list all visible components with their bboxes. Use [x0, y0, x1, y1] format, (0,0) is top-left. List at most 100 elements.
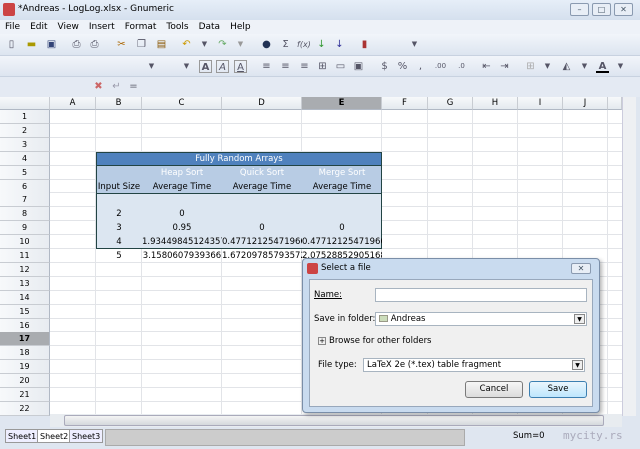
paste-icon[interactable]: ▤ [155, 38, 168, 51]
cancel-edit-icon[interactable]: ✖ [92, 80, 105, 93]
column-header-G[interactable]: G [428, 97, 473, 110]
decrease-indent-icon[interactable]: ⇤ [480, 60, 493, 73]
function-icon[interactable]: f(x) [297, 38, 311, 51]
table-cell[interactable]: 3.1580607939366 [142, 249, 222, 263]
row-header-8[interactable]: 8 [0, 207, 50, 222]
sheet-tab-3[interactable]: Sheet3 [69, 429, 104, 443]
column-header-C[interactable]: C [142, 97, 222, 110]
fill-color-icon[interactable]: ◭ [560, 60, 573, 73]
table-cell[interactable]: 2 [96, 207, 142, 221]
merge-icon[interactable]: ⊞ [316, 60, 329, 73]
row-header-20[interactable]: 20 [0, 374, 50, 389]
menu-tools[interactable]: Tools [161, 20, 193, 34]
row-header-22[interactable]: 22 [0, 401, 50, 416]
row-header-7[interactable]: 7 [0, 193, 50, 208]
underline-icon[interactable]: A [234, 60, 247, 73]
dialog-close-button[interactable]: ✕ [571, 263, 591, 274]
align-left-icon[interactable]: ≡ [260, 60, 273, 73]
column-header-A[interactable]: A [50, 97, 96, 110]
sheet-tab-2[interactable]: Sheet2 [37, 429, 72, 443]
new-icon[interactable]: ▯ [5, 38, 18, 51]
row-header-2[interactable]: 2 [0, 123, 50, 138]
fill-dropdown-icon[interactable]: ▼ [578, 60, 591, 73]
menu-format[interactable]: Format [120, 20, 162, 34]
browse-folders-toggle[interactable]: Browse for other folders [329, 336, 432, 346]
table-cell[interactable]: 0.47712125471966 [222, 235, 302, 249]
row-header-15[interactable]: 15 [0, 304, 50, 319]
close-button[interactable]: ✕ [614, 3, 633, 16]
column-header-I[interactable]: I [518, 97, 563, 110]
cancel-button[interactable]: Cancel [465, 381, 523, 398]
font-color-icon[interactable]: A [596, 60, 609, 73]
table-cell[interactable]: 0 [142, 207, 222, 221]
column-header-D[interactable]: D [222, 97, 302, 110]
menu-file[interactable]: File [0, 20, 25, 34]
menu-edit[interactable]: Edit [25, 20, 52, 34]
row-header-10[interactable]: 10 [0, 235, 50, 250]
borders-icon[interactable]: ⊞ [524, 60, 537, 73]
font-dropdown-icon[interactable]: ▼ [145, 60, 158, 73]
row-header-17[interactable]: 17 [0, 332, 50, 347]
split-icon[interactable]: ▣ [352, 60, 365, 73]
menu-data[interactable]: Data [194, 20, 226, 34]
sort-descending-icon[interactable]: ↓ [333, 38, 346, 51]
save-button[interactable]: Save [529, 381, 587, 398]
table-cell[interactable] [302, 207, 382, 221]
open-icon[interactable]: ▬ [25, 38, 38, 51]
copy-icon[interactable]: ❐ [135, 38, 148, 51]
chart-icon[interactable]: ▮ [358, 38, 371, 51]
table-cell[interactable] [222, 207, 302, 221]
column-header-F[interactable]: F [382, 97, 428, 110]
equals-button[interactable]: = [127, 80, 140, 93]
row-header-12[interactable]: 12 [0, 262, 50, 277]
expand-icon[interactable]: + [318, 337, 326, 345]
table-cell[interactable]: 0 [302, 221, 382, 235]
table-cell[interactable]: 1.93449845124357 [142, 235, 222, 249]
chevron-down-icon[interactable]: ▼ [572, 360, 583, 370]
increase-decimals-icon[interactable]: .00 [434, 60, 447, 73]
print-preview-icon[interactable]: ⎙ [88, 38, 101, 51]
row-header-6[interactable]: 6 [0, 179, 50, 194]
menu-view[interactable]: View [53, 20, 84, 34]
row-header-3[interactable]: 3 [0, 137, 50, 152]
column-header-B[interactable]: B [96, 97, 142, 110]
maximize-button[interactable]: □ [592, 3, 611, 16]
print-icon[interactable]: ⎙ [70, 38, 83, 51]
sheet-tab-1[interactable]: Sheet1 [5, 429, 40, 443]
horizontal-scrollbar[interactable] [50, 414, 622, 427]
row-header-18[interactable]: 18 [0, 346, 50, 361]
table-cell[interactable]: 0.95 [142, 221, 222, 235]
bold-icon[interactable]: A [199, 60, 212, 73]
percent-icon[interactable]: % [396, 60, 409, 73]
table-cell[interactable]: 3 [96, 221, 142, 235]
row-header-11[interactable]: 11 [0, 249, 50, 263]
currency-icon[interactable]: $ [378, 60, 391, 73]
sum-icon[interactable]: Σ [279, 38, 292, 51]
font-color-dropdown-icon[interactable]: ▼ [614, 60, 627, 73]
table-cell[interactable]: 0.47712125471966 [302, 235, 382, 249]
hyperlink-icon[interactable]: ● [260, 38, 273, 51]
center-across-icon[interactable]: ▭ [334, 60, 347, 73]
redo-dropdown-icon[interactable]: ▼ [234, 38, 247, 51]
folder-select[interactable]: Andreas ▼ [375, 312, 587, 326]
zoom-dropdown-icon[interactable]: ▼ [408, 38, 421, 51]
name-input[interactable] [375, 288, 587, 302]
minimize-button[interactable]: – [570, 3, 589, 16]
column-header-J[interactable]: J [563, 97, 608, 110]
table-cell[interactable]: 1.67209785793572 [222, 249, 302, 263]
row-header-19[interactable]: 19 [0, 360, 50, 375]
row-header-13[interactable]: 13 [0, 276, 50, 291]
accept-edit-icon[interactable]: ↵ [110, 80, 123, 93]
align-right-icon[interactable]: ≡ [298, 60, 311, 73]
table-cell[interactable]: 5 [96, 249, 142, 263]
menu-insert[interactable]: Insert [84, 20, 120, 34]
table-cell[interactable]: 0 [222, 221, 302, 235]
row-header-16[interactable]: 16 [0, 318, 50, 333]
row-header-4[interactable]: 4 [0, 151, 50, 166]
row-header-21[interactable]: 21 [0, 388, 50, 402]
table-cell[interactable]: 4 [96, 235, 142, 249]
filetype-select[interactable]: LaTeX 2e (*.tex) table fragment ▼ [363, 358, 585, 372]
save-icon[interactable]: ▣ [45, 38, 58, 51]
sort-ascending-icon[interactable]: ↓ [315, 38, 328, 51]
thousands-icon[interactable]: , [414, 60, 427, 73]
